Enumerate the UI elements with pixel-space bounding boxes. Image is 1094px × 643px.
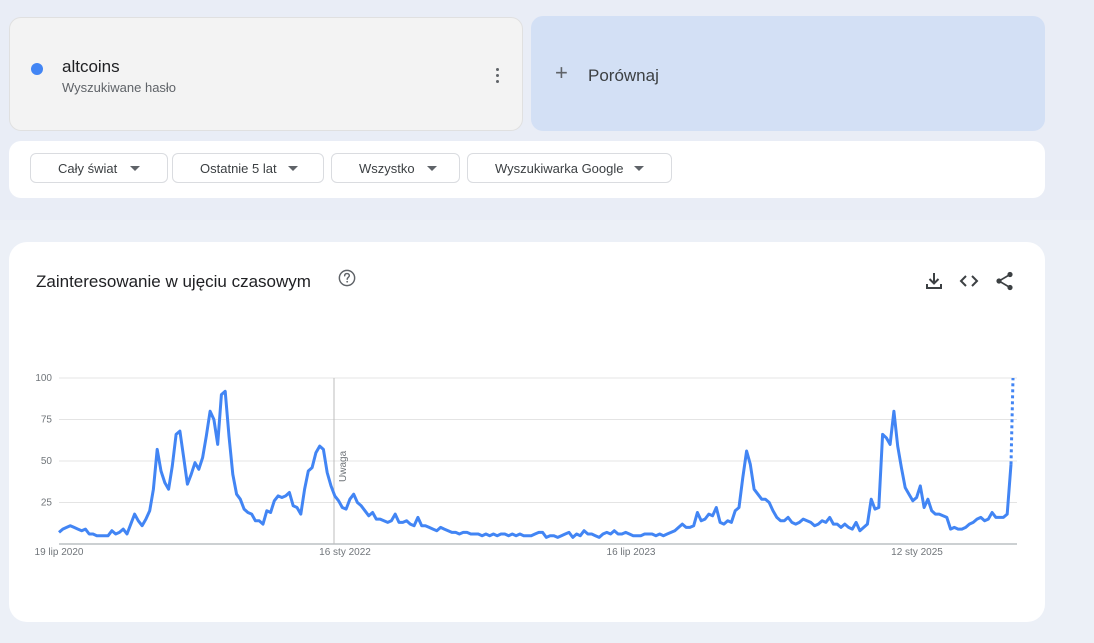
series-line xyxy=(58,389,1013,539)
trend-chart: 25 50 75 100 19 lip 2020 16 sty 2022 16 lip 20… xyxy=(35,373,1017,558)
x-tick-label: 12 sty 2025 xyxy=(891,547,943,558)
y-tick-label: 50 xyxy=(41,456,53,467)
partial-data-segment xyxy=(1009,377,1015,465)
x-tick-label: 16 lip 2023 xyxy=(607,547,656,558)
y-tick-label: 75 xyxy=(41,415,53,426)
y-tick-label: 100 xyxy=(35,373,52,384)
annotation-label: Uwaga xyxy=(338,450,349,482)
x-tick-label: 19 lip 2020 xyxy=(35,547,84,558)
y-tick-label: 25 xyxy=(41,498,53,509)
x-tick-label: 16 sty 2022 xyxy=(319,547,371,558)
